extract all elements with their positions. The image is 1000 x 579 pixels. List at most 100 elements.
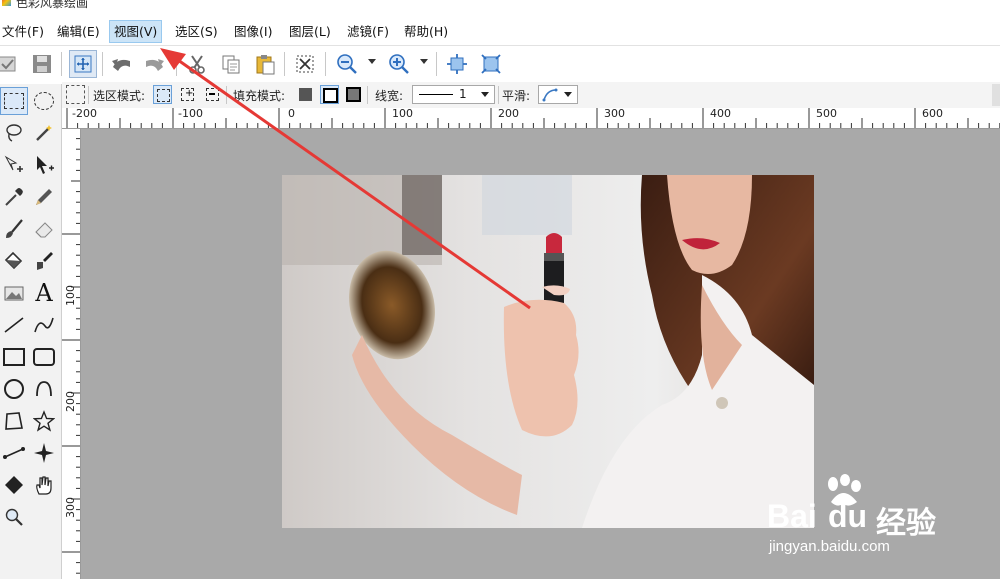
undo-icon[interactable] <box>108 50 136 78</box>
add-point-icon[interactable] <box>0 151 28 179</box>
image-icon[interactable] <box>0 279 28 307</box>
line-preview-icon <box>419 94 453 95</box>
fill-mode-both-icon[interactable] <box>344 85 363 104</box>
tool-palette: A <box>0 84 62 579</box>
menu-help[interactable]: 帮助(H) <box>400 21 452 42</box>
deselect-icon[interactable] <box>291 50 319 78</box>
watermark-brand-2: du <box>828 498 868 534</box>
fill-mode-filled-icon[interactable] <box>296 85 315 104</box>
ruler-label: 100 <box>392 108 413 120</box>
rect-select-icon[interactable] <box>0 87 28 115</box>
fill-mode-outline-icon[interactable] <box>320 85 339 104</box>
eraser-icon[interactable] <box>30 215 58 243</box>
fit-window-icon[interactable] <box>443 50 471 78</box>
line-width-label: 线宽: <box>375 89 404 103</box>
menu-bar: 文件(F) 编辑(E) 视图(V) 选区(S) 图像(I) 图层(L) 滤镜(F… <box>0 18 1000 44</box>
toolbar-separator <box>325 52 326 76</box>
ruler-label: -100 <box>178 108 203 120</box>
options-bar-end <box>992 84 1000 106</box>
options-bar: 选区模式: + 填充模式: 线宽: 1 平滑: <box>62 82 1000 109</box>
hand-icon[interactable] <box>30 471 58 499</box>
watermark-brand-cn: 经验 <box>876 507 936 540</box>
menu-filter[interactable]: 滤镜(F) <box>343 21 393 42</box>
smooth-select[interactable] <box>538 85 578 104</box>
watermark-site: jingyan.baidu.com <box>769 538 890 555</box>
eyedropper-icon[interactable] <box>0 183 28 211</box>
menu-edit[interactable]: 编辑(E) <box>53 21 104 42</box>
title-bar: 色彩风暴绘画 <box>0 0 1000 14</box>
window-title: 色彩风暴绘画 <box>16 0 89 10</box>
menu-file[interactable]: 文件(F) <box>0 21 48 42</box>
zoom-tool-icon[interactable] <box>0 503 28 531</box>
measure-tool-icon[interactable] <box>0 439 28 467</box>
selection-mode-new-icon[interactable] <box>153 85 172 104</box>
clone-stamp-icon[interactable] <box>30 247 58 275</box>
app-icon <box>2 0 11 6</box>
save-icon[interactable] <box>28 50 56 78</box>
toolbar-separator <box>102 52 103 76</box>
ruler-label: 100 <box>64 285 77 306</box>
line-width-select[interactable]: 1 <box>412 85 495 104</box>
options-separator <box>226 86 227 104</box>
zoom-in-dropdown-icon[interactable] <box>420 59 428 64</box>
cut-icon[interactable] <box>183 50 211 78</box>
watermark-brand-1: Bai <box>767 498 817 534</box>
selection-mode-add-icon[interactable]: + <box>178 85 197 104</box>
ruler-label: 0 <box>288 108 295 120</box>
menu-image[interactable]: 图像(I) <box>230 21 276 42</box>
ruler-label: 400 <box>710 108 731 120</box>
selection-mode-indicator-icon <box>66 85 85 104</box>
paint-bucket-icon[interactable] <box>0 247 28 275</box>
arc-tool-icon[interactable] <box>30 375 58 403</box>
lasso-icon[interactable] <box>0 119 28 147</box>
ruler-label: 500 <box>816 108 837 120</box>
menu-view[interactable]: 视图(V) <box>109 20 163 43</box>
toolbar-separator <box>176 52 177 76</box>
horizontal-ruler: -200 -100 0 100 200 300 400 500 600 <box>62 108 1000 129</box>
copy-icon[interactable] <box>217 50 245 78</box>
rounded-rect-tool-icon[interactable] <box>30 343 58 371</box>
zoom-out-icon[interactable] <box>333 50 361 78</box>
actual-size-icon[interactable] <box>477 50 505 78</box>
toolbar-separator <box>284 52 285 76</box>
diamond-tool-icon[interactable] <box>0 471 28 499</box>
paste-icon[interactable] <box>251 50 279 78</box>
canvas-image[interactable] <box>282 175 814 528</box>
options-separator <box>88 86 89 104</box>
magic-wand-icon[interactable] <box>30 119 58 147</box>
star-tool-icon[interactable] <box>30 407 58 435</box>
ruler-label: 200 <box>498 108 519 120</box>
rectangle-tool-icon[interactable] <box>0 343 28 371</box>
ruler-label: 600 <box>922 108 943 120</box>
zoom-out-dropdown-icon[interactable] <box>368 59 376 64</box>
line-width-value: 1 <box>459 87 467 101</box>
options-separator <box>367 86 368 104</box>
menu-layer[interactable]: 图层(L) <box>285 21 335 42</box>
smooth-label: 平滑: <box>502 89 531 103</box>
redo-icon[interactable] <box>140 50 168 78</box>
line-tool-icon[interactable] <box>0 311 28 339</box>
pointer-move-icon[interactable] <box>30 151 58 179</box>
polygon-tool-icon[interactable] <box>0 407 28 435</box>
chevron-down-icon <box>481 92 489 97</box>
selection-mode-label: 选区模式: <box>93 89 146 103</box>
photo-woman-lipstick-icon <box>282 175 814 528</box>
ruler-label: -200 <box>72 108 97 120</box>
zoom-in-icon[interactable] <box>385 50 413 78</box>
curve-tool-icon[interactable] <box>30 311 58 339</box>
main-toolbar <box>0 45 1000 82</box>
brush-icon[interactable] <box>0 215 28 243</box>
ellipse-tool-icon[interactable] <box>0 375 28 403</box>
text-tool-icon[interactable]: A <box>30 279 58 307</box>
move-icon[interactable] <box>69 50 97 78</box>
toolbar-separator <box>61 52 62 76</box>
open-icon[interactable] <box>0 50 22 78</box>
selection-mode-subtract-icon[interactable] <box>203 85 222 104</box>
watermark: Bai du 经验 jingyan.baidu.com <box>765 470 1000 560</box>
menu-select[interactable]: 选区(S) <box>171 21 222 42</box>
curve-icon <box>542 88 558 102</box>
sharpen-tool-icon[interactable] <box>30 439 58 467</box>
pencil-icon[interactable] <box>30 183 58 211</box>
toolbar-separator <box>436 52 437 76</box>
ellipse-select-icon[interactable] <box>30 87 58 115</box>
